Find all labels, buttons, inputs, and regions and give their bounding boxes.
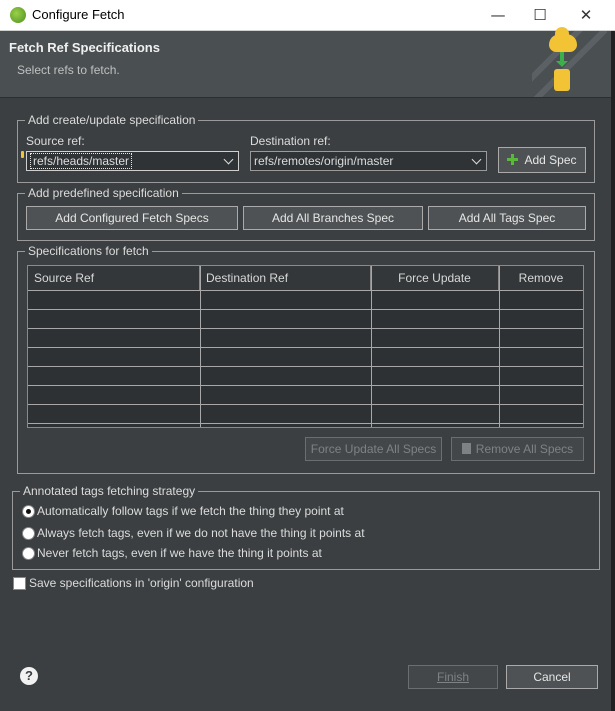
source-ref-value: refs/heads/master [30,153,133,169]
eclipse-app-icon [10,7,26,23]
force-update-all-specs-button[interactable]: Force Update All Specs [305,437,442,461]
wizard-header: Fetch Ref Specifications Select refs to … [0,27,611,98]
column-header-force-update[interactable]: Force Update [371,266,499,290]
add-all-branches-spec-button[interactable]: Add All Branches Spec [243,206,423,230]
cloud-icon [549,27,577,52]
save-spec-checkbox[interactable] [13,577,26,590]
column-header-source-ref[interactable]: Source Ref [28,266,200,290]
radio-auto-follow-tags-label[interactable]: Automatically follow tags if we fetch th… [37,504,344,518]
finish-button-label: Finish [436,670,469,684]
source-ref-combo[interactable]: refs/heads/master [26,151,239,171]
table-column-divider [200,266,201,427]
title-bar: Configure Fetch — ☐ ✕ [0,0,615,31]
radio-never-fetch-tags-label[interactable]: Never fetch tags, even if we have the th… [37,546,322,560]
window-title: Configure Fetch [32,7,125,22]
create-spec-group-label: Add create/update specification [25,113,199,127]
add-all-tags-spec-button[interactable]: Add All Tags Spec [428,206,586,230]
add-configured-fetch-specs-button[interactable]: Add Configured Fetch Specs [26,206,238,230]
remove-all-specs-label: Remove All Specs [475,442,574,456]
specs-for-fetch-group-label: Specifications for fetch [25,244,152,258]
radio-always-fetch-tags-label[interactable]: Always fetch tags, even if we do not hav… [37,526,365,540]
content-assist-marker-icon [21,151,24,158]
destination-ref-label: Destination ref: [250,134,331,148]
table-column-divider [371,266,372,427]
specs-table[interactable]: Source Ref Destination Ref Force Update … [27,265,584,428]
table-column-divider [499,266,500,427]
fetch-wizard-banner-icon [532,27,607,97]
maximize-button[interactable]: ☐ [517,0,563,30]
radio-always-fetch-tags[interactable] [22,527,35,540]
remove-all-specs-button[interactable]: Remove All Specs [451,437,584,461]
page-title: Fetch Ref Specifications [9,40,160,55]
column-header-remove[interactable]: Remove [499,266,583,290]
window-edge [611,31,615,711]
save-spec-checkbox-label[interactable]: Save specifications in 'origin' configur… [29,576,254,590]
column-header-destination-ref[interactable]: Destination Ref [200,266,371,290]
tags-strategy-group-label: Annotated tags fetching strategy [20,484,199,498]
radio-auto-follow-tags[interactable] [22,505,35,518]
repository-icon [554,69,570,91]
document-remove-icon [461,443,471,454]
plus-icon [507,154,519,165]
chevron-down-icon[interactable] [222,152,238,170]
chevron-down-icon[interactable] [470,152,486,170]
add-spec-button[interactable]: Add Spec [498,147,586,173]
download-arrow-icon [556,52,568,67]
cancel-button[interactable]: Cancel [506,665,598,689]
help-icon[interactable]: ? [20,667,38,685]
page-subtitle: Select refs to fetch. [17,63,120,77]
minimize-button[interactable]: — [475,0,521,30]
add-spec-label: Add Spec [524,153,577,167]
close-button[interactable]: ✕ [563,0,609,30]
destination-ref-value: refs/remotes/origin/master [254,154,394,168]
finish-button[interactable]: Finish [408,665,498,689]
destination-ref-combo[interactable]: refs/remotes/origin/master [250,151,487,171]
radio-never-fetch-tags[interactable] [22,547,35,560]
source-ref-label: Source ref: [26,134,85,148]
predefined-spec-group-label: Add predefined specification [25,186,182,200]
